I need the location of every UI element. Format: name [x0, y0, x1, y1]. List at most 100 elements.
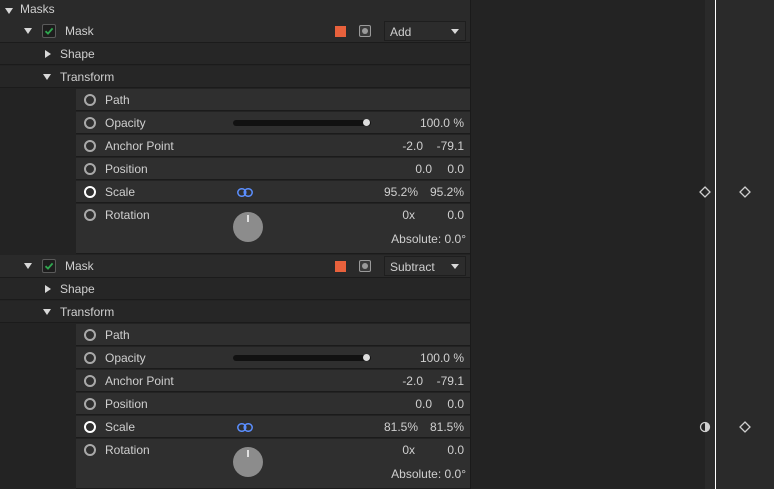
- rotation-degrees-value[interactable]: 0.0: [447, 443, 464, 457]
- position-x-value[interactable]: 0.0: [415, 162, 432, 176]
- chain-link-icon[interactable]: [237, 423, 253, 432]
- stopwatch-icon[interactable]: [84, 329, 96, 341]
- property-label: Opacity: [105, 351, 146, 365]
- keyframe-diamond-icon[interactable]: [739, 186, 751, 198]
- rotation-absolute-text: Absolute: 0.0°: [391, 467, 466, 481]
- opacity-property-row[interactable]: Opacity 100.0 %: [76, 112, 470, 134]
- checkbox-check-icon: [44, 27, 54, 35]
- stopwatch-icon[interactable]: [84, 94, 96, 106]
- playhead[interactable]: [715, 0, 716, 489]
- rotation-degrees-value[interactable]: 0.0: [447, 208, 464, 222]
- mask-enable-checkbox[interactable]: [42, 24, 56, 38]
- rotation-turns-value[interactable]: 0x: [402, 443, 415, 457]
- position-y-value[interactable]: 0.0: [447, 162, 464, 176]
- path-property-row[interactable]: Path: [76, 89, 470, 111]
- property-label: Anchor Point: [105, 139, 174, 153]
- scale-property-row[interactable]: Scale 81.5% 81.5%: [76, 416, 470, 438]
- stopwatch-icon[interactable]: [84, 352, 96, 364]
- stopwatch-icon[interactable]: [84, 209, 96, 221]
- transform-row[interactable]: Transform: [0, 66, 470, 88]
- scale-x-value[interactable]: 81.5%: [384, 420, 418, 434]
- slider-thumb[interactable]: [363, 354, 370, 361]
- opacity-slider[interactable]: [233, 354, 371, 361]
- anchor-y-value[interactable]: -79.1: [437, 374, 464, 388]
- checkbox-check-icon: [44, 262, 54, 270]
- anchor-point-property-row[interactable]: Anchor Point -2.0 -79.1: [76, 135, 470, 157]
- mask-row[interactable]: Mask Subtract: [0, 255, 470, 278]
- transform-row[interactable]: Transform: [0, 301, 470, 323]
- mask-mode-dropdown[interactable]: Subtract: [384, 256, 466, 276]
- rotation-absolute-text: Absolute: 0.0°: [391, 232, 466, 246]
- stopwatch-icon[interactable]: [84, 140, 96, 152]
- mask-row[interactable]: Mask Add: [0, 20, 470, 43]
- position-property-row[interactable]: Position 0.0 0.0: [76, 158, 470, 180]
- mask-mode-icon[interactable]: [359, 260, 371, 272]
- path-property-row[interactable]: Path: [76, 324, 470, 346]
- masks-group-row[interactable]: Masks: [0, 0, 470, 22]
- stopwatch-icon[interactable]: [84, 398, 96, 410]
- scale-y-value[interactable]: 95.2%: [430, 185, 464, 199]
- triangle-down-icon[interactable]: [24, 263, 32, 269]
- mask-label: Mask: [65, 259, 94, 273]
- property-label: Path: [105, 328, 130, 342]
- anchor-x-value[interactable]: -2.0: [402, 374, 423, 388]
- mask-color-swatch[interactable]: [335, 26, 346, 37]
- anchor-point-property-row[interactable]: Anchor Point -2.0 -79.1: [76, 370, 470, 392]
- chain-link-icon[interactable]: [237, 188, 253, 197]
- keyframe-diamond-icon[interactable]: [739, 421, 751, 433]
- rotation-turns-value[interactable]: 0x: [402, 208, 415, 222]
- anchor-y-value[interactable]: -79.1: [437, 139, 464, 153]
- triangle-down-icon[interactable]: [24, 28, 32, 34]
- stopwatch-icon[interactable]: [84, 117, 96, 129]
- rotation-property-row[interactable]: Rotation 0x 0.0 Absolute: 0.0°: [76, 439, 470, 489]
- property-label: Rotation: [105, 208, 150, 222]
- stopwatch-icon[interactable]: [84, 375, 96, 387]
- position-property-row[interactable]: Position 0.0 0.0: [76, 393, 470, 415]
- mask-label: Mask: [65, 24, 94, 38]
- panel-divider[interactable]: [470, 0, 471, 489]
- keyframe-diamond-icon[interactable]: [699, 186, 711, 198]
- scale-x-value[interactable]: 95.2%: [384, 185, 418, 199]
- rotation-dial-icon[interactable]: [233, 447, 263, 477]
- scale-property-row[interactable]: Scale 95.2% 95.2%: [76, 181, 470, 203]
- masks-group-label: Masks: [20, 2, 55, 16]
- anchor-x-value[interactable]: -2.0: [402, 139, 423, 153]
- opacity-value[interactable]: 100.0 %: [420, 116, 464, 130]
- shape-row[interactable]: Shape: [0, 43, 470, 65]
- mask-mode-value: Subtract: [390, 260, 435, 274]
- rotation-property-row[interactable]: Rotation 0x 0.0 Absolute: 0.0°: [76, 204, 470, 254]
- transform-label: Transform: [60, 305, 115, 319]
- shape-row[interactable]: Shape: [0, 278, 470, 300]
- triangle-down-icon[interactable]: [43, 309, 51, 315]
- stopwatch-icon[interactable]: [84, 444, 96, 456]
- opacity-slider[interactable]: [233, 119, 371, 126]
- stopwatch-icon[interactable]: [84, 163, 96, 175]
- opacity-value[interactable]: 100.0 %: [420, 351, 464, 365]
- position-x-value[interactable]: 0.0: [415, 397, 432, 411]
- stopwatch-icon[interactable]: [84, 421, 96, 433]
- rotation-dial-icon[interactable]: [233, 212, 263, 242]
- property-label: Position: [105, 162, 148, 176]
- property-label: Rotation: [105, 443, 150, 457]
- triangle-down-icon[interactable]: [43, 74, 51, 80]
- chevron-down-icon: [451, 264, 459, 269]
- shape-label: Shape: [60, 282, 95, 296]
- triangle-right-icon[interactable]: [45, 285, 51, 293]
- position-y-value[interactable]: 0.0: [447, 397, 464, 411]
- property-label: Scale: [105, 420, 136, 434]
- property-label: Scale: [105, 185, 136, 199]
- triangle-right-icon[interactable]: [45, 50, 51, 58]
- mask-mode-icon[interactable]: [359, 25, 371, 37]
- property-label: Opacity: [105, 116, 146, 130]
- scale-y-value[interactable]: 81.5%: [430, 420, 464, 434]
- transform-label: Transform: [60, 70, 115, 84]
- property-label: Position: [105, 397, 148, 411]
- stopwatch-icon[interactable]: [84, 186, 96, 198]
- triangle-down-icon[interactable]: [5, 8, 13, 14]
- slider-thumb[interactable]: [363, 119, 370, 126]
- mask-enable-checkbox[interactable]: [42, 259, 56, 273]
- opacity-property-row[interactable]: Opacity 100.0 %: [76, 347, 470, 369]
- mask-mode-dropdown[interactable]: Add: [384, 21, 466, 41]
- keyframe-ease-icon[interactable]: [699, 421, 711, 433]
- mask-color-swatch[interactable]: [335, 261, 346, 272]
